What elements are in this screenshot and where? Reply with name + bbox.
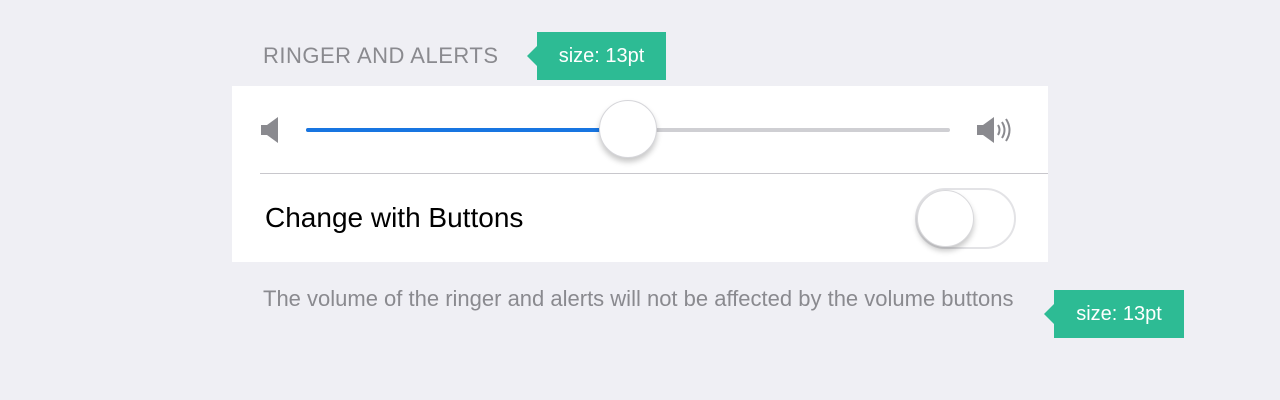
section-header: RINGER AND ALERTS xyxy=(263,43,499,68)
row-divider xyxy=(260,173,1048,174)
volume-slider[interactable] xyxy=(306,100,950,160)
footer-description: The volume of the ringer and alerts will… xyxy=(263,286,1014,311)
toggle-knob xyxy=(917,190,974,247)
header-size-annotation: size: 13pt xyxy=(527,32,666,80)
change-with-buttons-toggle[interactable] xyxy=(915,188,1016,249)
speaker-high-icon xyxy=(976,114,1016,146)
slider-thumb[interactable] xyxy=(599,100,657,158)
footer-size-annotation: size: 13pt xyxy=(1044,290,1184,338)
ringer-settings-card: Change with Buttons xyxy=(232,86,1048,262)
slider-fill xyxy=(306,128,628,132)
speaker-low-icon xyxy=(260,114,300,146)
change-with-buttons-label: Change with Buttons xyxy=(265,202,524,233)
